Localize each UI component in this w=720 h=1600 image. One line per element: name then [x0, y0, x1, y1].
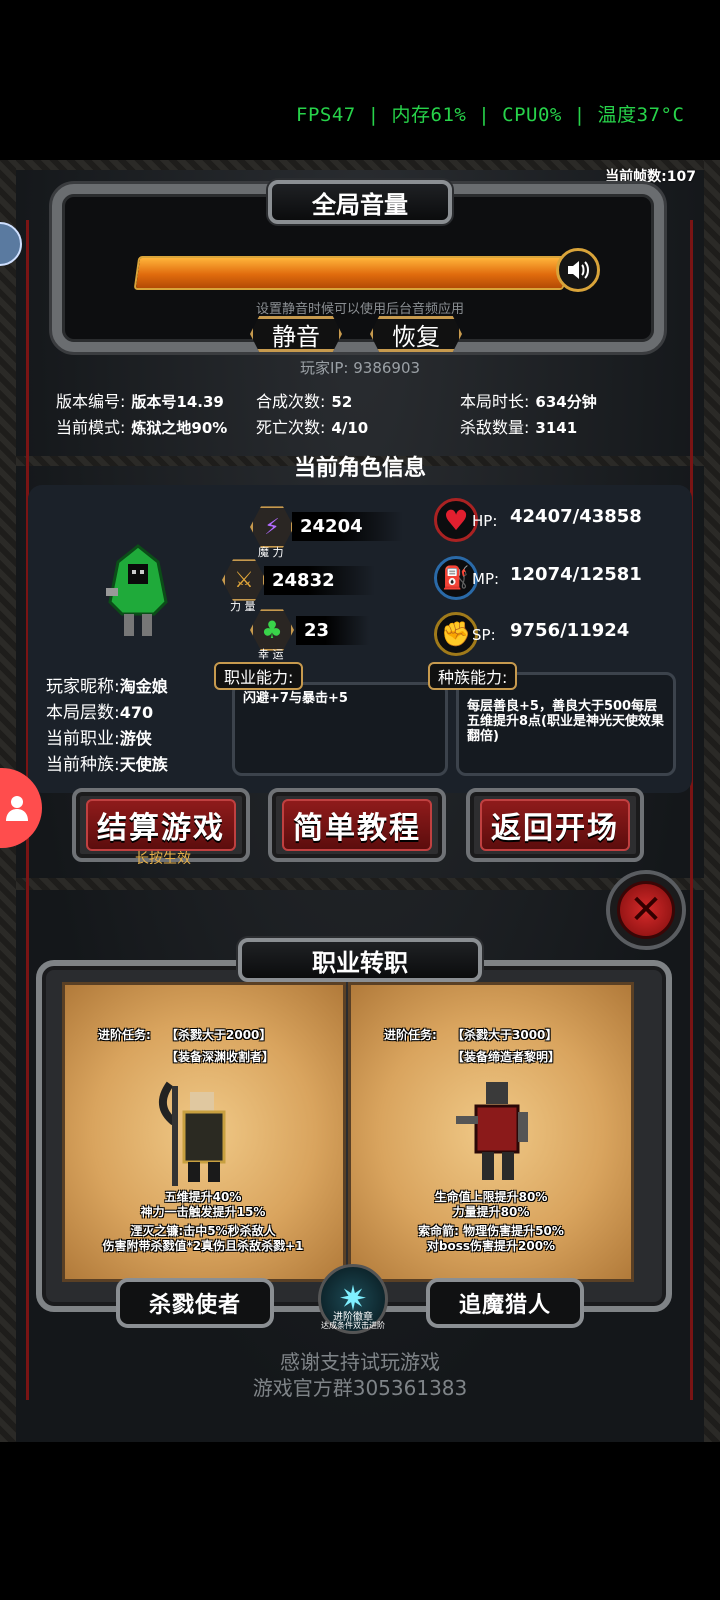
stat-label: 版本编号: [56, 392, 126, 411]
left-task-1: 【杀戮大于2000】 [166, 1028, 272, 1042]
left-task-label: 进阶任务: [98, 1028, 151, 1042]
stat-value: 52 [331, 393, 353, 411]
advance-badge-hint: 达成条件双击进阶 [321, 1321, 385, 1330]
official-group-text: 游戏官方群305361383 [252, 1376, 468, 1400]
info-label: 玩家昵称: [46, 677, 120, 697]
speaker-icon[interactable] [556, 248, 600, 292]
stat-value: 版本号14.39 [131, 393, 224, 411]
luck-caption: 幸 运 [258, 648, 284, 661]
info-label: 本局层数: [46, 703, 120, 723]
strength-value: 24832 [264, 566, 375, 595]
stat-duration: 本局时长: 634分钟 [460, 388, 597, 412]
right-desc-line: 力量提升80% [452, 1205, 530, 1219]
stat-deaths: 死亡次数: 4/10 [256, 414, 368, 438]
fps-overlay: FPS47 | 内存61% | CPU0% | 温度37°C [296, 104, 685, 126]
player-nickname: 玩家昵称:淘金娘 [46, 672, 168, 697]
stat-label: 当前模式: [56, 418, 126, 437]
volume-slider-fill [135, 258, 567, 288]
frame-counter: 当前帧数:107 [605, 169, 696, 185]
info-label: 当前种族: [46, 755, 120, 775]
volume-hint: 设置静音时候可以使用后台音频应用 [255, 302, 464, 317]
hunter-button[interactable]: 追魔猎人 [426, 1278, 584, 1328]
job-change-title: 职业转职 [238, 938, 482, 982]
volume-title: 全局音量 [268, 180, 452, 224]
left-desc-line: 湮灭之镰:击中5%秒杀敌人 [130, 1224, 276, 1238]
character-sprite [96, 542, 180, 642]
long-press-hint: 长按生效 [135, 851, 191, 867]
player-ip-label: 玩家IP: [299, 359, 349, 377]
back-to-start-button[interactable]: 返回开场 [466, 788, 644, 862]
magic-caption: 魔 力 [258, 546, 284, 559]
sp-label: SP: [472, 626, 496, 644]
right-desc: 生命值上限提升80% 力量提升80% 索命箭: 物理伤害提升50% 对boss伤… [346, 1190, 636, 1254]
info-value: 淘金娘 [119, 677, 168, 696]
magic-value: 24204 [292, 512, 403, 541]
stat-kills: 杀敌数量: 3141 [460, 414, 577, 438]
stat-value: 634分钟 [535, 393, 597, 411]
player-ip-value: 9386903 [353, 359, 421, 377]
restore-button[interactable]: 恢复 [370, 316, 462, 352]
player-class: 当前职业:游侠 [46, 724, 152, 749]
right-task-1: 【杀戮大于3000】 [452, 1028, 558, 1042]
game-screen: 当前帧数:107 全局音量 设置静音时候可以使用后台音频应用 静音 恢复 玩家I… [0, 160, 720, 1442]
player-floor: 本局层数:470 [46, 698, 153, 723]
hp-value: 42407/43858 [510, 506, 642, 527]
left-desc-line: 五维提升40% [164, 1190, 242, 1204]
close-icon: ✕ [617, 881, 675, 939]
tutorial-label: 简单教程 [282, 799, 432, 851]
player-race: 当前种族:天使族 [46, 750, 168, 775]
right-task-2: 【装备缔造者黎明】 [452, 1050, 561, 1064]
right-desc-line: 索命箭: 物理伤害提升50% [418, 1224, 564, 1238]
hunter-sprite [446, 1076, 546, 1186]
info-value: 470 [119, 703, 154, 722]
info-label: 当前职业: [46, 729, 120, 749]
settle-game-label: 结算游戏 [86, 799, 236, 851]
mute-button[interactable]: 静音 [250, 316, 342, 352]
slayer-button[interactable]: 杀戮使者 [116, 1278, 274, 1328]
stat-mode: 当前模式: 炼狱之地90% [56, 414, 227, 438]
info-value: 游侠 [119, 729, 152, 748]
luck-value: 23 [296, 616, 370, 645]
hp-label: HP: [472, 512, 498, 530]
frame-right-edge [704, 160, 720, 1442]
player-ip: 玩家IP: 9386903 [0, 357, 720, 378]
strength-caption: 力 量 [230, 600, 256, 613]
right-red-trim [690, 220, 693, 1400]
race-ability-label: 种族能力: [428, 662, 518, 690]
close-button[interactable]: ✕ [606, 870, 686, 950]
thanks-text: 感谢支持试玩游戏 [280, 1350, 440, 1374]
left-desc-line: 伤害附带杀戮值*2真伤且杀敌杀戮+1 [102, 1239, 304, 1253]
stat-label: 死亡次数: [256, 418, 326, 437]
stat-merge-count: 合成次数: 52 [256, 388, 352, 412]
stat-label: 本局时长: [460, 392, 530, 411]
volume-slider[interactable] [133, 256, 569, 290]
back-to-start-label: 返回开场 [480, 799, 630, 851]
character-info-title: 当前角色信息 [293, 456, 426, 481]
mp-value: 12074/12581 [510, 564, 642, 585]
left-desc: 五维提升40% 神力一击触发提升15% 湮灭之镰:击中5%秒杀敌人 伤害附带杀戮… [58, 1190, 348, 1254]
mp-label: MP: [472, 570, 500, 588]
slayer-sprite [150, 1076, 250, 1186]
right-desc-line: 生命值上限提升80% [434, 1190, 548, 1204]
class-ability-label: 职业能力: [214, 662, 304, 690]
info-value: 天使族 [119, 755, 168, 774]
stat-value: 炼狱之地90% [131, 419, 228, 437]
stat-value: 3141 [535, 419, 578, 437]
sp-value: 9756/11924 [510, 620, 630, 641]
right-desc-line: 对boss伤害提升200% [426, 1239, 556, 1253]
stat-version: 版本编号: 版本号14.39 [56, 388, 224, 412]
stat-value: 4/10 [331, 419, 369, 437]
left-desc-line: 神力一击触发提升15% [140, 1205, 266, 1219]
left-task-2: 【装备深渊收割者】 [166, 1050, 275, 1064]
stat-label: 合成次数: [256, 392, 326, 411]
tutorial-button[interactable]: 简单教程 [268, 788, 446, 862]
stat-label: 杀敌数量: [460, 418, 530, 437]
right-task-label: 进阶任务: [384, 1028, 437, 1042]
class-ability-box: 闪避+7与暴击+5 [232, 682, 448, 776]
